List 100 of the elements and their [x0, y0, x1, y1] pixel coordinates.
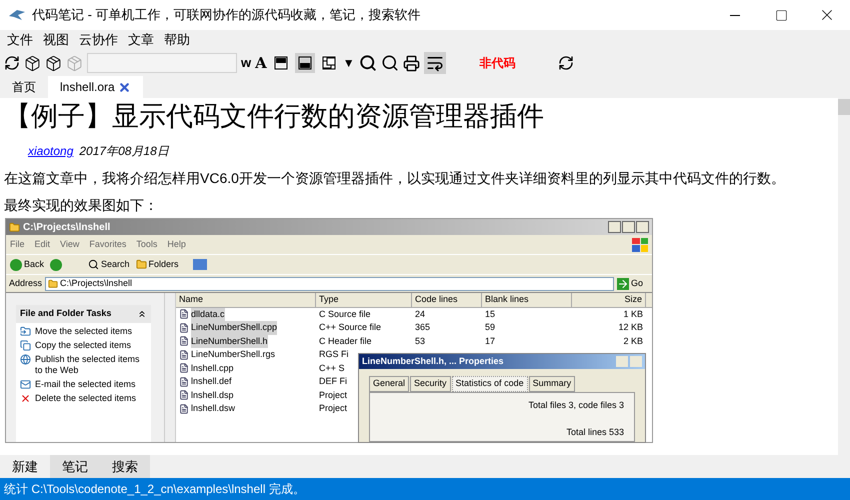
paragraph: 在这篇文章中，我将介绍怎样用VC6.0开发一个资源管理器插件，以实现通过文件夹详细资料里的列显示其中代码文件的行数。	[4, 169, 786, 187]
table-cell-text: 365	[414, 321, 432, 334]
file-icon	[179, 350, 189, 360]
column-header[interactable]: Type	[316, 293, 412, 306]
layout-toggle[interactable]	[294, 53, 315, 73]
column-header[interactable]: Code lines	[412, 293, 482, 306]
status-bar: 统计 C:\Tools\codenote_1_2_cn\examples\lnshell 完成。	[0, 478, 850, 500]
table-cell-text: 12 KB	[617, 321, 644, 334]
task-icon	[20, 379, 31, 390]
menu-item[interactable]: 文章	[123, 30, 159, 50]
package-icon	[66, 54, 83, 72]
table-cell-text: C++ Source file	[318, 321, 382, 334]
package-icon	[45, 54, 62, 72]
layout-icon	[320, 55, 337, 71]
table-cell-text: 2 KB	[622, 334, 644, 348]
tab[interactable]: Security	[410, 376, 451, 392]
package-button[interactable]	[24, 54, 41, 72]
tab[interactable]: 笔记	[50, 455, 100, 478]
printer-icon	[402, 54, 420, 72]
table-cell-text: Project	[318, 388, 348, 402]
task-icon	[20, 340, 31, 351]
file-icon	[179, 309, 189, 320]
article-title: 【例子】显示代码文件行数的资源管理器插件	[4, 100, 545, 134]
menu-item[interactable]: Favorites	[89, 238, 126, 252]
maximize-button[interactable]	[622, 221, 635, 233]
task-link[interactable]: Publish the selected items to the Web	[35, 354, 145, 376]
print-button[interactable]	[402, 54, 420, 72]
views-button[interactable]	[192, 259, 207, 270]
collapse-icon	[137, 309, 147, 319]
package-button[interactable]	[45, 54, 62, 72]
table-cell-text: DEF Fi	[318, 375, 348, 388]
file-name[interactable]: lnshell.cpp	[191, 362, 234, 375]
refresh-button[interactable]	[4, 55, 20, 71]
column-header[interactable]: Name	[176, 293, 316, 306]
sync-button[interactable]	[558, 55, 574, 71]
maximize-icon	[774, 8, 788, 22]
package-icon	[24, 54, 41, 72]
task-link[interactable]: Copy the selected items	[35, 340, 145, 351]
window-title: 代码笔记 - 可单机工作，可联网协作的源代码收藏，笔记，搜索软件	[32, 6, 421, 24]
folder-icon	[48, 278, 58, 288]
file-icon	[179, 363, 189, 374]
go-button[interactable]: Go	[616, 276, 643, 290]
font-weight-button[interactable]: w	[241, 53, 252, 73]
refresh-icon	[4, 55, 20, 71]
statistics-text: Total lines 533	[566, 426, 624, 439]
tab[interactable]: 搜索	[100, 455, 150, 478]
minimize-button[interactable]	[608, 221, 621, 233]
file-name[interactable]: LineNumberShell.cpp	[191, 321, 278, 334]
table-cell-text: 59	[484, 321, 496, 334]
filter-button[interactable]: 非代码	[480, 54, 516, 72]
menu-item[interactable]: Help	[167, 238, 186, 252]
search-button[interactable]: Search	[88, 258, 130, 272]
file-name[interactable]: LineNumberShell.h	[191, 334, 268, 348]
task-link[interactable]: E-mail the selected items	[35, 379, 145, 390]
file-name[interactable]: lnshell.dsp	[191, 388, 234, 402]
file-name[interactable]: LineNumberShell.rgs	[191, 348, 276, 362]
minimize-icon	[730, 14, 740, 16]
tab[interactable]: Summary	[528, 376, 576, 392]
close-button[interactable]	[636, 221, 649, 233]
menu-item[interactable]: 帮助	[159, 30, 195, 50]
table-cell-text: RGS Fi	[318, 348, 350, 361]
menu-item[interactable]: Tools	[136, 238, 158, 252]
menu-item[interactable]: 文件	[2, 30, 38, 50]
file-name[interactable]: dlldata.c	[191, 308, 225, 321]
back-button[interactable]: Back	[10, 258, 44, 272]
task-link[interactable]: Delete the selected items	[35, 393, 145, 404]
file-icon	[179, 390, 189, 400]
address-field[interactable]: C:\Projects\lnshell	[45, 276, 614, 290]
wrap-icon	[426, 54, 444, 72]
window-title: C:\Projects\lnshell	[23, 220, 110, 234]
column-header[interactable]: Size	[572, 293, 646, 306]
windows-logo-icon	[632, 238, 648, 252]
find-button[interactable]	[380, 54, 399, 72]
tab[interactable]: Statistics of code	[452, 376, 528, 392]
wrap-button[interactable]	[424, 52, 446, 74]
menu-item[interactable]: 云协作	[74, 30, 123, 50]
menu-item[interactable]: Edit	[34, 238, 50, 252]
search-field[interactable]	[87, 53, 237, 73]
statistics-text: Total files 3, code files 3	[528, 398, 624, 412]
folders-button[interactable]: Folders	[136, 258, 179, 272]
layout-icon	[296, 55, 313, 71]
menu-item[interactable]: View	[60, 238, 80, 252]
table-cell-text: C Source file	[318, 308, 372, 320]
table-cell-text: 1 KB	[622, 308, 644, 320]
file-name[interactable]: lnshell.dsw	[191, 402, 236, 416]
dropdown-button[interactable]: ▼	[342, 54, 355, 72]
tab[interactable]: General	[369, 376, 410, 392]
font-size-button[interactable]: A	[255, 52, 267, 74]
column-header[interactable]: Blank lines	[482, 293, 572, 306]
task-link[interactable]: Move the selected items	[35, 326, 145, 337]
forward-button[interactable]	[50, 258, 62, 270]
table-cell-text: C++ S	[318, 362, 346, 374]
menu-item[interactable]: File	[10, 238, 25, 252]
menu-item[interactable]: 视图	[38, 30, 74, 50]
file-name[interactable]: lnshell.def	[191, 375, 232, 388]
author-link[interactable]: xiaotong	[28, 142, 74, 160]
search-button[interactable]	[358, 54, 377, 72]
dialog-title-bar: LineNumberShell.h, ... Properties	[359, 354, 645, 369]
table-cell-text: 15	[484, 308, 496, 320]
tab[interactable]: lnshell.ora	[48, 76, 143, 98]
